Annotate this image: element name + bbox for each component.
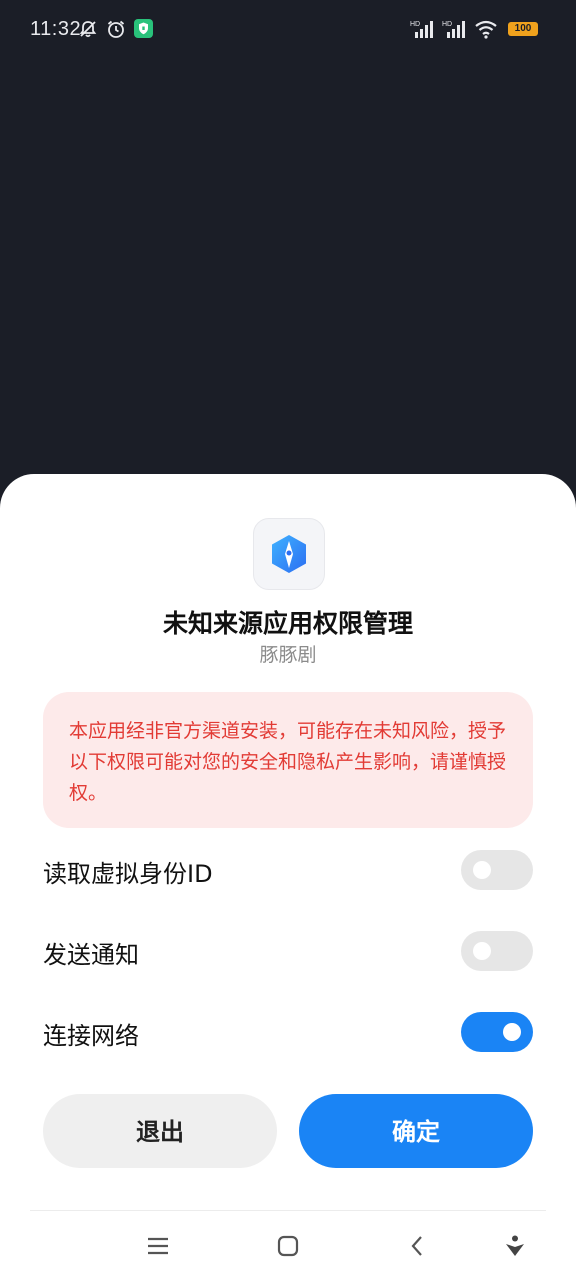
status-time: 11:32 xyxy=(30,18,82,40)
notifications-toggle[interactable] xyxy=(461,931,533,971)
toggle-knob xyxy=(503,1023,521,1041)
signal-hd-icon: HD xyxy=(410,19,436,43)
svg-text:HD: HD xyxy=(442,21,452,28)
home-icon[interactable] xyxy=(276,1234,300,1262)
virtual-id-toggle[interactable] xyxy=(461,850,533,890)
warning-box: 本应用经非官方渠道安装，可能存在未知风险，授予以下权限可能对您的安全和隐私产生影… xyxy=(43,692,533,828)
wifi-icon xyxy=(474,19,498,43)
status-bar: 11:32 HD HD 100 xyxy=(0,0,576,62)
app-icon xyxy=(253,518,325,590)
security-app-icon xyxy=(134,19,153,38)
network-toggle[interactable] xyxy=(461,1012,533,1052)
toggle-knob xyxy=(473,861,491,879)
confirm-button[interactable]: 确定 xyxy=(299,1094,533,1168)
divider xyxy=(30,1210,546,1211)
exit-button[interactable]: 退出 xyxy=(43,1094,277,1168)
app-logo-icon xyxy=(272,535,306,573)
dialog-title: 未知来源应用权限管理 xyxy=(162,609,413,638)
alarm-icon xyxy=(106,19,126,43)
warning-text: 本应用经非官方渠道安装，可能存在未知风险，授予以下权限可能对您的安全和隐私产生影… xyxy=(69,720,507,804)
permission-row-virtual-id: 读取虚拟身份ID xyxy=(43,850,533,890)
permission-label: 发送通知 xyxy=(43,941,139,969)
permission-label: 连接网络 xyxy=(43,1022,139,1050)
battery-icon: 100 xyxy=(508,22,538,36)
signal-hd-icon: HD xyxy=(442,19,468,43)
toggle-knob xyxy=(473,942,491,960)
permission-row-network: 连接网络 xyxy=(43,1012,533,1052)
assistant-icon[interactable] xyxy=(503,1234,527,1262)
back-icon[interactable] xyxy=(406,1234,430,1262)
menu-icon[interactable] xyxy=(146,1234,170,1262)
bell-muted-icon xyxy=(78,19,98,43)
app-name: 豚豚剧 xyxy=(259,644,317,666)
permission-label: 读取虚拟身份ID xyxy=(43,860,213,888)
navigation-bar xyxy=(0,1218,576,1280)
svg-text:HD: HD xyxy=(410,21,420,28)
permission-dialog: 未知来源应用权限管理 豚豚剧 本应用经非官方渠道安装，可能存在未知风险，授予以下… xyxy=(0,474,576,1280)
permission-row-notifications: 发送通知 xyxy=(43,931,533,971)
